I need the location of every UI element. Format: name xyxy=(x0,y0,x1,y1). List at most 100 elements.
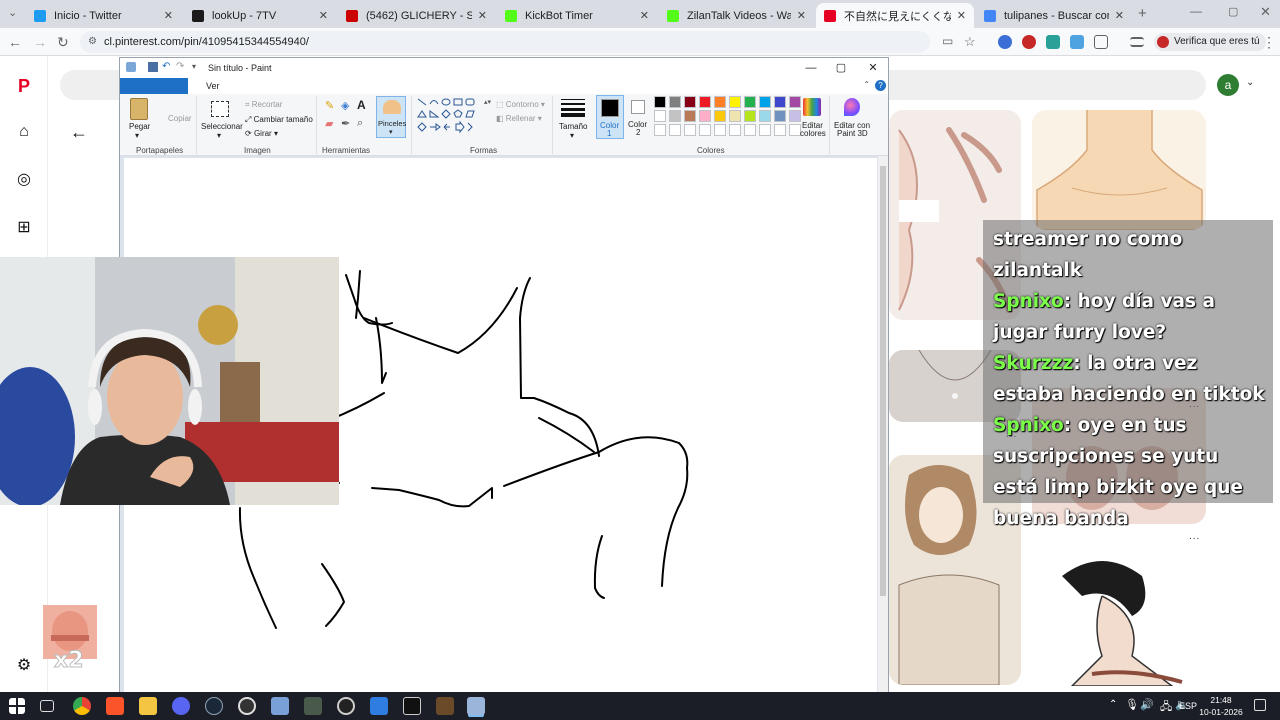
reload-icon[interactable]: ↻ xyxy=(57,34,69,51)
pencil-icon[interactable]: ✎ xyxy=(325,99,334,112)
brushes-button[interactable]: Pinceles ▾ xyxy=(376,96,406,138)
file-tab[interactable] xyxy=(120,78,188,94)
scrollbar-thumb[interactable] xyxy=(880,166,886,596)
extension-shield-icon[interactable] xyxy=(998,35,1012,49)
canvas-vertical-scrollbar[interactable] xyxy=(878,156,888,693)
tab-close-icon[interactable]: ✕ xyxy=(957,9,966,22)
verify-identity-button[interactable]: Verifica que eres tú xyxy=(1154,33,1266,51)
keyboard-language[interactable]: ESP xyxy=(1179,701,1197,711)
eraser-icon[interactable]: ▰ xyxy=(325,117,333,130)
tab-close-icon[interactable]: ✕ xyxy=(164,9,173,22)
palette-swatch[interactable] xyxy=(759,96,771,108)
tab-close-icon[interactable]: ✕ xyxy=(319,9,328,22)
account-chevron-icon[interactable]: ⌄ xyxy=(1246,77,1254,88)
bookmark-star-icon[interactable]: ☆ xyxy=(964,34,976,50)
tab-search-icon[interactable]: ⌄ xyxy=(8,6,17,19)
fill-button[interactable]: ◧ Rellenar ▾ xyxy=(496,114,542,123)
color2-button[interactable]: Color 2 xyxy=(626,95,652,139)
palette-swatch[interactable] xyxy=(774,96,786,108)
browser-tab[interactable]: ZilanTalk Videos - Watch On-De ✕ xyxy=(659,3,814,28)
reading-list-icon[interactable] xyxy=(1130,37,1144,47)
tab-close-icon[interactable]: ✕ xyxy=(478,9,487,22)
size-button[interactable]: Tamaño xyxy=(559,122,587,131)
palette-empty-swatch[interactable] xyxy=(654,124,666,136)
palette-swatch[interactable] xyxy=(669,110,681,122)
outline-button[interactable]: ⬚ Contorno ▾ xyxy=(496,100,545,109)
settings-gear-icon[interactable]: ⚙ xyxy=(14,656,34,676)
forward-icon[interactable]: → xyxy=(33,34,47,50)
network-icon[interactable]: 🖧 xyxy=(1160,698,1172,717)
extension-blue-icon[interactable] xyxy=(1070,35,1084,49)
palette-swatch[interactable] xyxy=(789,96,801,108)
magnifier-icon[interactable]: ⌕ xyxy=(357,117,363,130)
select-dropdown-icon[interactable]: ▾ xyxy=(217,131,221,140)
browser-tab[interactable]: Inicio - Twitter ✕ xyxy=(26,3,181,28)
pin-card-neck[interactable] xyxy=(1032,110,1206,230)
paint3d-button-line2[interactable]: Paint 3D xyxy=(837,129,868,138)
edit-colors-button-line2[interactable]: colores xyxy=(800,129,826,138)
color-picker-icon[interactable]: ✒ xyxy=(341,117,350,130)
palette-swatch[interactable] xyxy=(654,96,666,108)
minimize-browser-icon[interactable]: — xyxy=(1190,4,1202,18)
new-tab-button[interactable]: + xyxy=(1138,5,1147,22)
paint-close-icon[interactable]: ✕ xyxy=(858,58,888,78)
paint3d-icon[interactable] xyxy=(844,98,860,116)
palette-empty-swatch[interactable] xyxy=(684,124,696,136)
palette-swatch[interactable] xyxy=(654,110,666,122)
resize-button[interactable]: ⤢ Cambiar tamaño xyxy=(245,115,313,125)
taskbar-clock[interactable]: 21:48 10-01-2026 xyxy=(1198,694,1244,718)
tab-close-icon[interactable]: ✕ xyxy=(797,9,806,22)
steam-taskbar-icon[interactable] xyxy=(205,697,223,715)
cast-icon[interactable]: ▭ xyxy=(942,34,953,48)
palette-swatch[interactable] xyxy=(729,96,741,108)
start-windows-icon[interactable] xyxy=(9,698,25,714)
palette-empty-swatch[interactable] xyxy=(744,124,756,136)
edit-colors-icon[interactable] xyxy=(803,98,821,116)
tab-ver[interactable]: Ver xyxy=(206,81,220,91)
ribbon-collapse-icon[interactable]: ⌃ xyxy=(863,80,870,89)
rotate-button[interactable]: ⟳ Girar ▾ xyxy=(245,129,278,138)
palette-swatch[interactable] xyxy=(669,96,681,108)
paint-taskbar-icon[interactable] xyxy=(467,697,485,715)
text-icon[interactable]: A xyxy=(357,98,366,112)
browser-menu-icon[interactable]: ⋮ xyxy=(1262,34,1276,51)
color1-button[interactable]: Color 1 xyxy=(596,95,624,139)
palette-swatch[interactable] xyxy=(699,110,711,122)
paint-maximize-icon[interactable]: ▢ xyxy=(826,58,856,78)
size-dropdown-icon[interactable]: ▾ xyxy=(570,131,574,140)
maximize-browser-icon[interactable]: ▢ xyxy=(1228,5,1238,18)
palette-empty-swatch[interactable] xyxy=(714,124,726,136)
tray-overflow-icon[interactable]: ⌃ xyxy=(1109,699,1117,710)
file-explorer-icon[interactable] xyxy=(139,697,157,715)
palette-empty-swatch[interactable] xyxy=(729,124,741,136)
palette-swatch[interactable] xyxy=(684,110,696,122)
brave-taskbar-icon[interactable] xyxy=(106,697,124,715)
notification-icon[interactable] xyxy=(1254,699,1266,711)
select-icon[interactable] xyxy=(211,101,229,117)
fill-bucket-icon[interactable]: ◈ xyxy=(341,99,349,112)
undo-icon[interactable]: ↶ xyxy=(162,62,172,72)
extension-red-icon[interactable] xyxy=(1022,35,1036,49)
palette-swatch[interactable] xyxy=(759,110,771,122)
palette-swatch[interactable] xyxy=(744,110,756,122)
browser-tab[interactable]: tulipanes - Buscar con Google ✕ xyxy=(976,3,1132,28)
speaker-icon[interactable]: 🔊 xyxy=(1140,698,1154,711)
palette-empty-swatch[interactable] xyxy=(774,124,786,136)
palette-swatch[interactable] xyxy=(774,110,786,122)
redo-icon[interactable]: ↷ xyxy=(176,62,186,72)
copy-button[interactable]: Copiar xyxy=(168,114,192,123)
tab-close-icon[interactable]: ✕ xyxy=(640,9,649,22)
home-icon[interactable]: ⌂ xyxy=(14,122,34,142)
tab-close-icon[interactable]: ✕ xyxy=(1115,9,1124,22)
address-input[interactable]: ⚙ cl.pinterest.com/pin/410954153445549​4… xyxy=(80,31,930,53)
pin-card-woman-portrait[interactable] xyxy=(1032,556,1206,686)
browser-tab[interactable]: lookUp - 7TV ✕ xyxy=(184,3,336,28)
app-circle-taskbar-icon[interactable] xyxy=(337,697,355,715)
help-icon[interactable]: ? xyxy=(875,80,886,91)
paint-minimize-icon[interactable]: — xyxy=(796,58,826,78)
palette-empty-swatch[interactable] xyxy=(699,124,711,136)
chrome-taskbar-icon[interactable] xyxy=(73,697,91,715)
palette-swatch[interactable] xyxy=(714,110,726,122)
paste-clipboard-icon[interactable] xyxy=(130,98,148,120)
back-icon[interactable]: ← xyxy=(8,34,22,50)
